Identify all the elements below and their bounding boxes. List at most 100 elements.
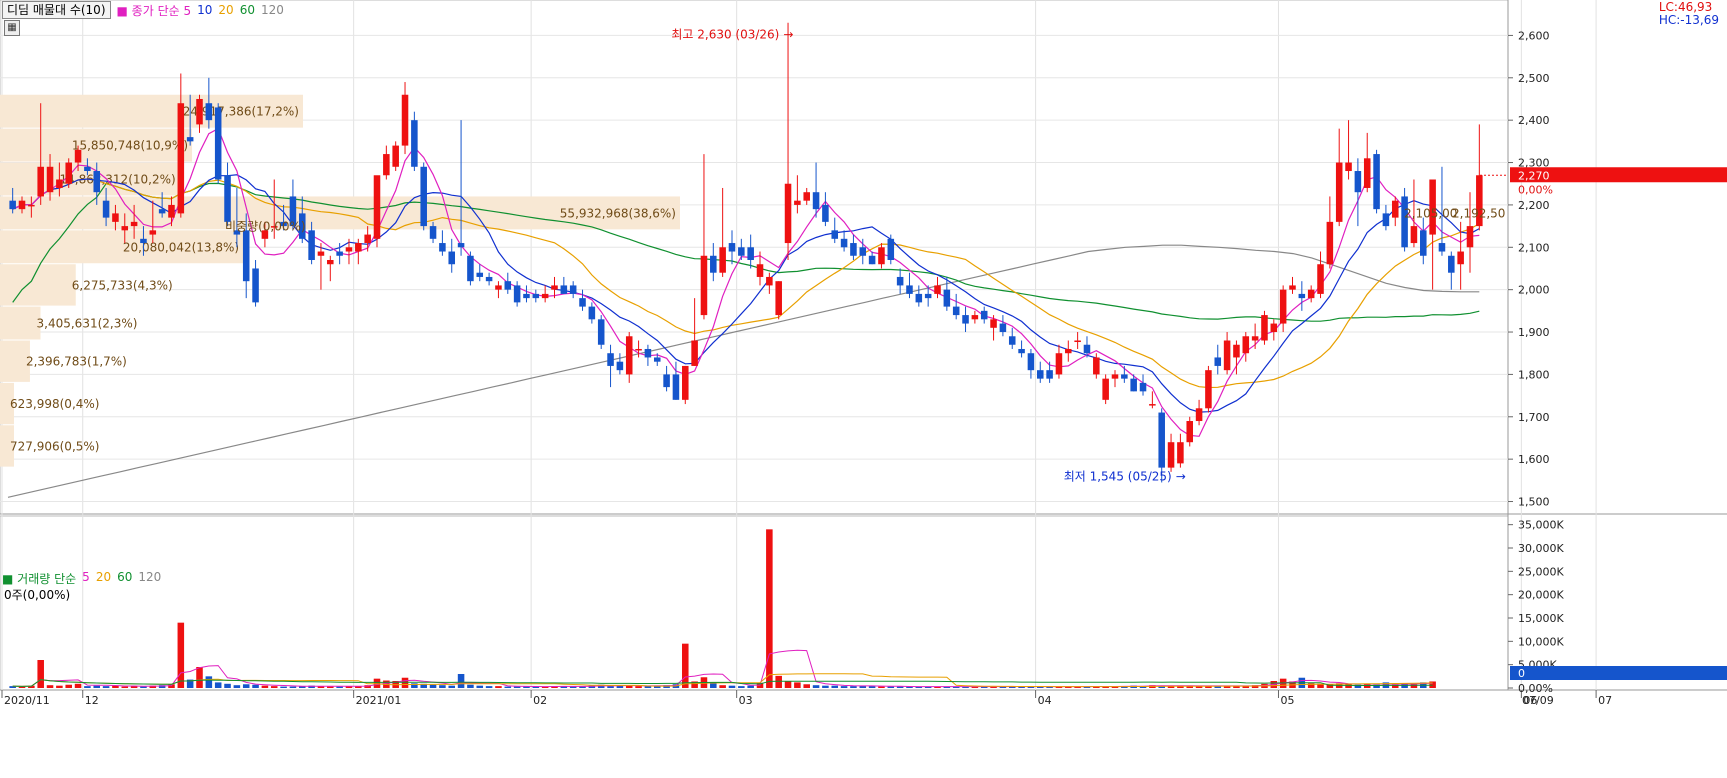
volume-bar <box>831 685 839 688</box>
candle-body <box>411 120 418 167</box>
candle-body <box>878 247 885 265</box>
volume-bar <box>803 684 810 688</box>
candle-body <box>485 276 493 282</box>
indicator-title[interactable]: 디딤 매물대 수(10) <box>2 1 111 19</box>
candle-body <box>868 255 876 265</box>
volume-bar <box>84 686 91 688</box>
candle-body <box>28 204 35 207</box>
volume-bar <box>728 685 736 688</box>
volume-bar <box>205 676 213 688</box>
candle-body <box>392 145 399 167</box>
current-price-label: 2,270 <box>1518 169 1550 182</box>
candle-body <box>401 94 409 146</box>
date-label: 12 <box>85 694 99 707</box>
price-tick-label: 2,100 <box>1518 241 1550 254</box>
legend-ma-label: ■ 종가 단순 5 <box>116 3 192 18</box>
candle-body <box>803 192 810 201</box>
candle-body <box>420 166 427 227</box>
candle-body <box>1326 221 1334 265</box>
volume-bar <box>467 684 474 688</box>
candle-body <box>719 247 726 273</box>
volume-tick-label: 20,000K <box>1518 589 1564 602</box>
candle-body <box>1373 154 1380 210</box>
volume-bar <box>513 686 521 688</box>
candle-body <box>196 98 203 125</box>
volume-ma5-line <box>12 649 1433 688</box>
volume-tick-label: 30,000K <box>1518 542 1564 555</box>
candle-body <box>672 374 680 400</box>
current-volume-label: 0 <box>1518 667 1525 680</box>
price-tick-label: 1,900 <box>1518 326 1550 339</box>
volume-bar <box>794 682 801 688</box>
candle-body <box>242 230 250 282</box>
candle-body <box>457 243 465 248</box>
candle-body <box>1363 158 1371 188</box>
volume-bar <box>327 686 334 688</box>
candle-body <box>84 166 91 172</box>
candle-body <box>934 285 941 294</box>
price-tick-label: 2,400 <box>1518 114 1550 127</box>
candle-body <box>1130 378 1137 392</box>
grid-toggle-icon[interactable]: ▦ <box>4 20 20 36</box>
candle-body <box>653 357 661 362</box>
candle-body <box>551 285 558 290</box>
candle-body <box>56 179 63 188</box>
candle-body <box>607 353 614 366</box>
volume-profile-label: 2,396,783(1,7%) <box>26 355 127 369</box>
candle-body <box>214 107 222 180</box>
volume-tick-label: 25,000K <box>1518 565 1564 578</box>
volume-bar <box>476 685 484 688</box>
high-annotation: 최고 2,630 (03/26) <box>671 28 779 42</box>
legend-ma10: 10 <box>197 3 213 17</box>
candle-body <box>317 251 325 256</box>
candle-body <box>962 315 969 324</box>
volume-bar <box>46 685 54 688</box>
volume-bar <box>504 686 512 688</box>
stock-chart[interactable]: 2020/11 12 2021/01 02 03 04 05 06 0707/092,6002,… <box>0 0 1727 778</box>
inline-label: 2,192,50 <box>1452 206 1505 220</box>
volume-bar <box>336 686 343 688</box>
candle-body <box>1261 315 1268 341</box>
candle-body <box>355 243 362 252</box>
volume-bar <box>457 674 465 688</box>
candle-body <box>1448 255 1455 273</box>
volume-bar <box>65 684 72 688</box>
volume-tick-label: 35,000K <box>1518 519 1564 532</box>
volume-bar <box>887 686 895 688</box>
volume-bar <box>261 685 269 688</box>
candle-body <box>1251 336 1259 341</box>
volume-bar <box>177 622 185 688</box>
candle-body <box>887 238 895 260</box>
candle-body <box>541 293 549 299</box>
candle-body <box>1139 382 1147 392</box>
volume-bar <box>784 681 792 688</box>
low-arrow-icon: → <box>1176 469 1186 483</box>
candle-body <box>186 137 194 142</box>
volume-bar <box>289 686 297 688</box>
candle-body <box>252 268 259 303</box>
candle-body <box>74 149 82 163</box>
inline-label: 2,105,00 <box>1404 206 1457 220</box>
candle-body <box>728 243 736 252</box>
candle-body <box>1457 251 1464 265</box>
volume-bar <box>738 686 745 688</box>
candle-body <box>46 166 54 193</box>
candle-body <box>9 200 16 210</box>
volume-tick-label: 0,00% <box>1518 682 1553 695</box>
candle-body <box>112 213 119 222</box>
legend-ma20: 20 <box>218 3 234 17</box>
volume-bar <box>682 643 689 688</box>
candle-body <box>915 293 923 303</box>
volume-bar <box>878 686 885 688</box>
candle-body <box>794 200 801 205</box>
legend-ma120: 120 <box>260 3 284 17</box>
volume-bar <box>252 684 259 688</box>
candle-body <box>1354 171 1362 193</box>
candle-body <box>168 204 175 218</box>
candle-body <box>1382 213 1390 227</box>
volume-bar <box>224 683 231 688</box>
volume-bar <box>429 684 437 688</box>
volume-bar <box>747 685 754 688</box>
volume-bar <box>280 686 287 688</box>
candle-body <box>383 154 390 176</box>
